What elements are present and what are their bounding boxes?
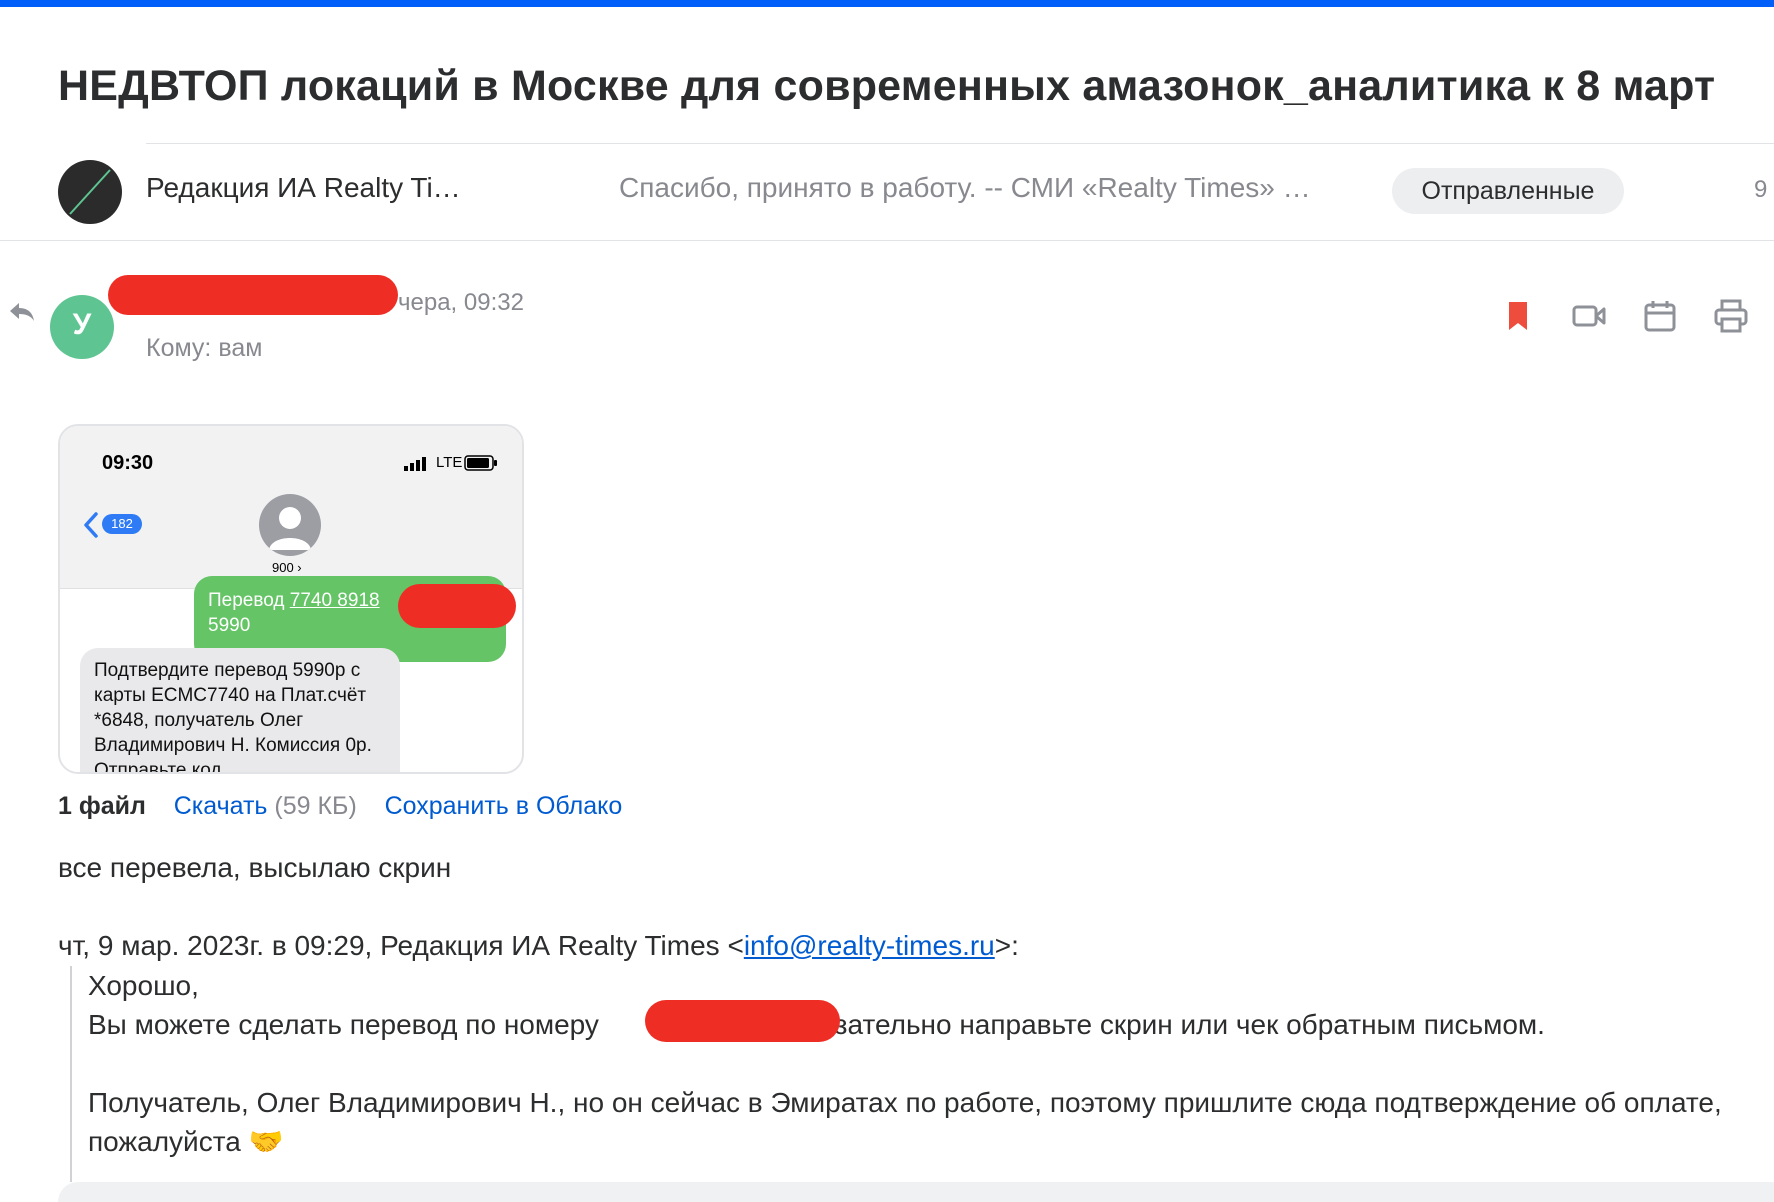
message-recipient: Кому: вам	[146, 334, 263, 362]
divider	[0, 240, 1774, 241]
video-icon[interactable]	[1569, 296, 1609, 336]
email-subject: НЕДВТОП локаций в Москве для современных…	[58, 62, 1716, 110]
battery-icon	[464, 455, 497, 471]
sms-incoming-bubble: Подтвердите перевод 5990р с карты ECMC77…	[80, 648, 400, 772]
quote-text: Вы можете сделать перевод по номеру	[88, 1009, 599, 1040]
contact-avatar	[259, 494, 321, 556]
sms-outgoing-link: 7740 8918	[289, 590, 380, 611]
person-icon	[269, 507, 311, 550]
save-to-cloud-link[interactable]: Сохранить в Облако	[385, 792, 623, 820]
quoted-message: Хорошо, Вы можете сделать перевод по ном…	[88, 966, 1774, 1161]
network-label: LTE	[436, 454, 463, 471]
reply-icon[interactable]	[8, 300, 36, 324]
reply-area-edge	[58, 1182, 1774, 1202]
file-count: 1 файл	[58, 792, 146, 820]
download-link[interactable]: Скачать	[174, 792, 268, 820]
quote-email-link[interactable]: info@realty-times.ru	[744, 930, 995, 961]
redacted-phone-number	[645, 1000, 840, 1042]
sms-header: 09:30 LTE 182 900 ›	[60, 426, 522, 589]
signal-icon	[404, 457, 426, 471]
quote-bar	[70, 966, 72, 1182]
unread-count-badge: 182	[102, 514, 142, 534]
quote-header-suffix: >:	[994, 930, 1019, 961]
print-icon[interactable]	[1711, 296, 1751, 336]
divider	[146, 143, 1774, 144]
thread-sender-name[interactable]: Редакция ИА Realty Ti…	[146, 172, 461, 204]
message-body: все перевела, высылаю скрин	[58, 852, 452, 883]
attachment-preview[interactable]: 09:30 LTE 182 900 › Перевод 7740 8918 59…	[58, 424, 524, 774]
quote-line: Вы можете сделать перевод по номеру , обя…	[88, 1005, 1774, 1044]
bookmark-icon[interactable]	[1498, 296, 1538, 336]
thread-date: 9	[1754, 176, 1768, 203]
thread-sender-avatar[interactable]	[58, 160, 122, 224]
sms-outgoing-text: Перевод	[208, 590, 290, 611]
quote-text: , обязательно направьте скрин или чек об…	[772, 1009, 1545, 1040]
redacted-number	[398, 584, 516, 628]
folder-badge[interactable]: Отправленные	[1392, 168, 1624, 214]
phone-time: 09:30	[102, 452, 154, 474]
calendar-icon[interactable]	[1640, 296, 1680, 336]
file-size: (59 КБ)	[274, 792, 357, 820]
sms-outgoing-amount: 5990	[208, 615, 251, 636]
message-date: чера, 09:32	[398, 289, 524, 316]
top-accent-bar	[0, 0, 1774, 7]
quote-header-text: чт, 9 мар. 2023г. в 09:29, Редакция ИА R…	[58, 930, 744, 961]
quote-header: чт, 9 мар. 2023г. в 09:29, Редакция ИА R…	[58, 930, 1019, 962]
quote-line: Получатель, Олег Владимирович Н., но он …	[88, 1087, 1722, 1157]
sender-avatar[interactable]: У	[50, 295, 114, 359]
redacted-sender-name	[108, 275, 398, 315]
attachments-bar: 1 файл Скачать (59 КБ) Сохранить в Облак…	[58, 792, 622, 821]
quote-line: Хорошо,	[88, 970, 199, 1001]
contact-number: 900 ›	[272, 560, 302, 575]
thread-snippet[interactable]: Спасибо, принято в работу. -- СМИ «Realt…	[619, 172, 1311, 204]
avatar-logo-icon	[69, 169, 111, 215]
